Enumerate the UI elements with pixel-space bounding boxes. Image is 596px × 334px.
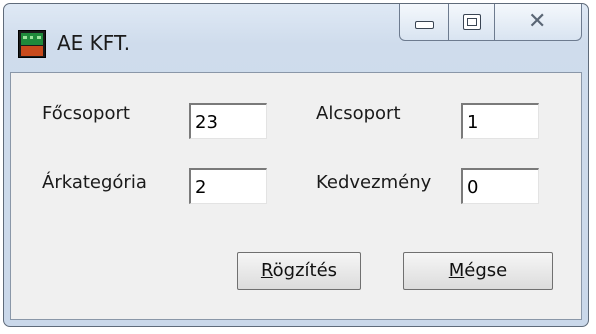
app-icon-dots bbox=[23, 36, 41, 42]
save-button-label: ögzítés bbox=[272, 260, 338, 281]
app-icon-bottom bbox=[21, 46, 43, 56]
cancel-button-label: égse bbox=[464, 260, 508, 281]
dialog-client-area: Főcsoport 23 Alcsoport 1 Árkategória 2 K… bbox=[10, 72, 582, 320]
maximize-icon bbox=[463, 14, 481, 30]
focsoport-field[interactable]: 23 bbox=[189, 103, 267, 139]
arkategoria-label: Árkategória bbox=[42, 172, 147, 193]
cancel-button-mnemonic: M bbox=[448, 260, 465, 281]
app-window: AE KFT. ✕ Főcsoport 23 Alcsoport 1 Árkat… bbox=[3, 3, 589, 327]
alcsoport-label: Alcsoport bbox=[316, 103, 401, 124]
window-title: AE KFT. bbox=[57, 31, 131, 55]
title-bar[interactable]: AE KFT. ✕ bbox=[4, 4, 588, 72]
save-button-mnemonic: R bbox=[260, 260, 273, 281]
arkategoria-field[interactable]: 2 bbox=[189, 168, 267, 204]
kedvezmeny-label: Kedvezmény bbox=[316, 172, 432, 193]
close-icon: ✕ bbox=[528, 9, 547, 34]
cancel-button[interactable]: Mégse bbox=[403, 252, 553, 290]
minimize-button[interactable] bbox=[399, 4, 449, 41]
alcsoport-field[interactable]: 1 bbox=[461, 103, 539, 139]
save-button[interactable]: Rögzítés bbox=[237, 252, 361, 290]
minimize-icon bbox=[415, 21, 434, 29]
focsoport-label: Főcsoport bbox=[42, 103, 130, 124]
kedvezmeny-field[interactable]: 0 bbox=[461, 168, 539, 204]
maximize-button[interactable] bbox=[448, 4, 495, 41]
close-button[interactable]: ✕ bbox=[494, 4, 582, 41]
app-icon[interactable] bbox=[18, 30, 46, 58]
